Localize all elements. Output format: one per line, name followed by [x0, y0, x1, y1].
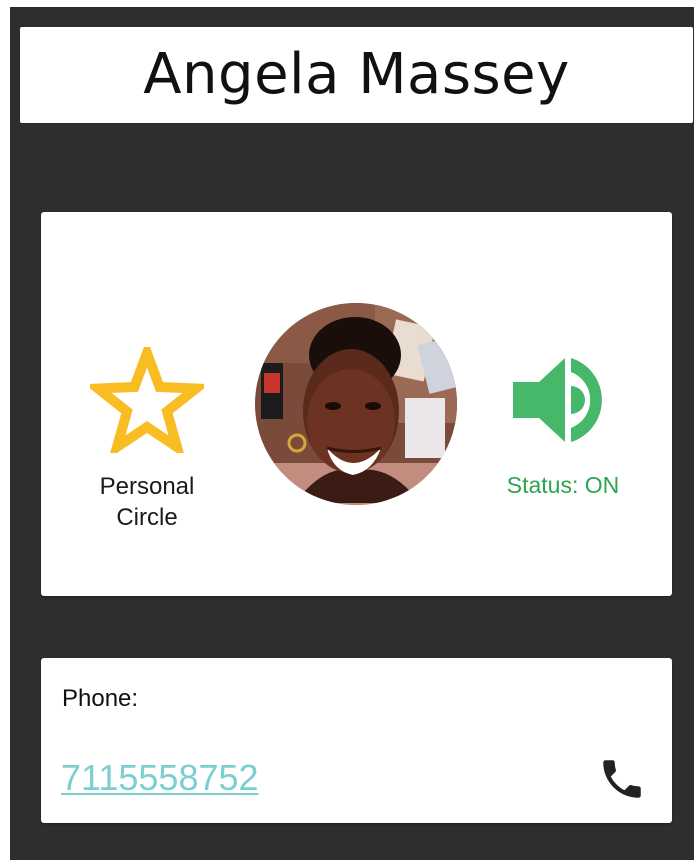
speaker-on-icon: [513, 358, 602, 442]
contact-name-header: Angela Massey: [20, 27, 693, 123]
phone-icon[interactable]: [597, 754, 647, 804]
personal-circle-button[interactable]: Personal Circle: [87, 347, 207, 533]
personal-circle-label: Personal Circle: [99, 473, 195, 531]
phone-number-link[interactable]: 7115558752: [61, 757, 259, 799]
star-icon: [90, 347, 204, 453]
contact-photo: [255, 303, 457, 505]
status-toggle[interactable]: Status: ON: [487, 352, 639, 499]
contact-name: Angela Massey: [143, 42, 570, 107]
status-label: Status: ON: [506, 472, 620, 498]
phone-label: Phone:: [62, 685, 139, 712]
profile-card: Personal Circle Status: ON: [41, 212, 672, 596]
avatar: [255, 303, 457, 505]
phone-card: Phone: 7115558752: [41, 658, 672, 823]
